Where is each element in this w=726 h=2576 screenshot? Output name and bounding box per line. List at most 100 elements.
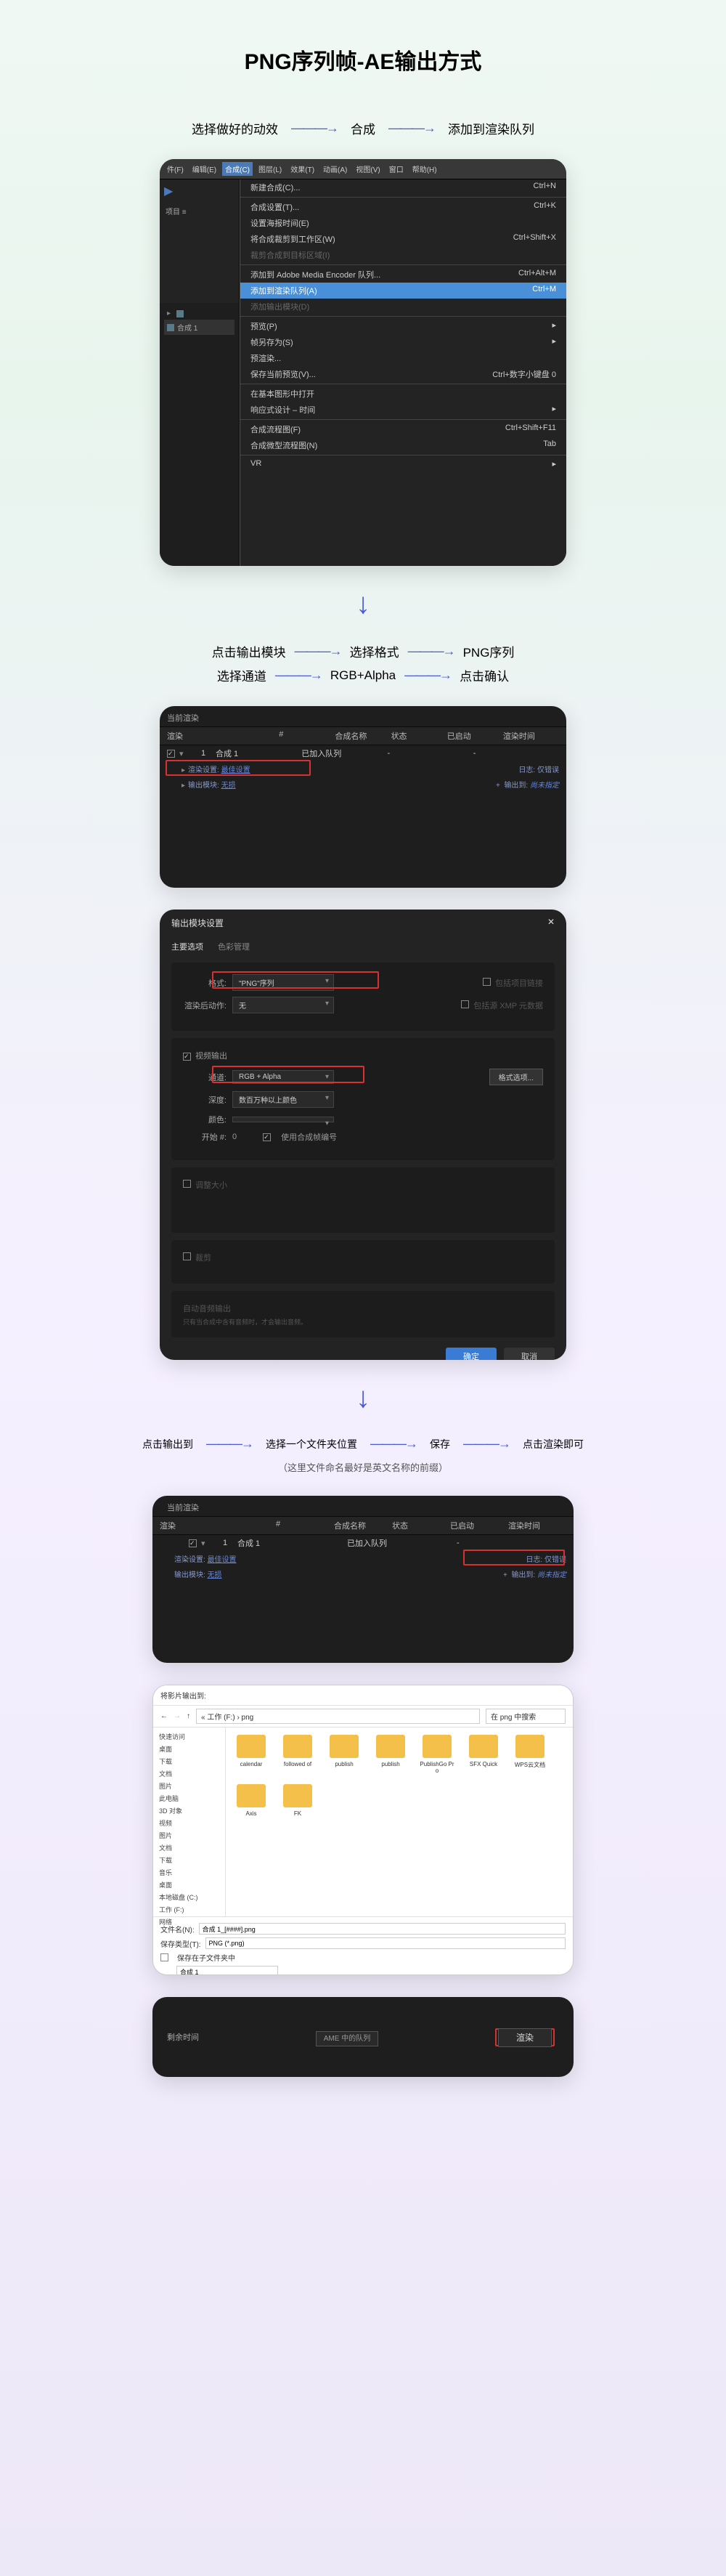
menu-item[interactable]: 图层(L) — [256, 162, 285, 176]
render-action-select[interactable]: 无 — [232, 997, 334, 1013]
render-queue-tab[interactable]: 当前渲染 — [160, 706, 566, 726]
filetype-select[interactable] — [205, 1937, 566, 1949]
menu-dropdown-item[interactable]: 设置海报时间(E) — [240, 215, 566, 231]
comp-name: 合成 1 — [177, 322, 197, 333]
menu-dropdown-item[interactable]: 合成流程图(F)Ctrl+Shift+F11 — [240, 421, 566, 437]
folder-icon — [515, 1735, 544, 1758]
include-xmp-checkbox[interactable] — [461, 1000, 469, 1008]
output-module-link[interactable]: 无损 — [221, 782, 236, 790]
folder-item[interactable]: WPS云文档 — [512, 1735, 548, 1774]
sidebar-item[interactable]: 音乐 — [156, 1866, 222, 1879]
queue-row[interactable]: ▾ 1 合成 1 已加入队列 - — [152, 1535, 574, 1551]
crop-checkbox[interactable] — [183, 1252, 191, 1260]
path-breadcrumb[interactable]: « 工作 (F:) › png — [196, 1709, 480, 1724]
arrow-icon: ———→ — [463, 1436, 510, 1451]
folder-item[interactable]: publish — [372, 1735, 409, 1774]
flow2-r1b: 选择格式 — [350, 642, 399, 660]
menu-dropdown-item[interactable]: 添加到渲染队列(A)Ctrl+M — [240, 283, 566, 299]
menu-dropdown-item[interactable]: 在基本图形中打开 — [240, 386, 566, 402]
folder-item[interactable]: PublishGo Pro — [419, 1735, 455, 1774]
sidebar-item[interactable]: 下载 — [156, 1755, 222, 1767]
close-icon[interactable]: ✕ — [547, 917, 555, 929]
menu-dropdown-item[interactable]: 保存当前预览(V)...Ctrl+数字小键盘 0 — [240, 366, 566, 382]
folder-item[interactable]: Axis — [233, 1784, 269, 1817]
menu-dropdown-item[interactable]: 合成设置(T)...Ctrl+K — [240, 199, 566, 215]
folder-item[interactable]: FK — [280, 1784, 316, 1817]
sidebar-item[interactable]: 此电脑 — [156, 1792, 222, 1805]
menu-dropdown-item[interactable]: 预览(P)▸ — [240, 318, 566, 334]
search-input[interactable]: 在 png 中搜索 — [486, 1709, 566, 1724]
menu-item[interactable]: 编辑(E) — [189, 162, 219, 176]
menu-dropdown-item[interactable]: VR▸ — [240, 457, 566, 471]
render-checkbox[interactable] — [167, 750, 175, 758]
up-icon[interactable]: ↑ — [187, 1712, 190, 1720]
render-button[interactable]: 渲染 — [498, 2028, 552, 2047]
output-to-link[interactable]: 尚未指定 — [530, 782, 559, 790]
forward-icon[interactable]: → — [174, 1712, 181, 1720]
sidebar-item[interactable]: 桌面 — [156, 1879, 222, 1891]
render-queue-tab[interactable]: 当前渲染 — [152, 1496, 574, 1516]
menu-dropdown-item[interactable]: 将合成裁剪到工作区(W)Ctrl+Shift+X — [240, 231, 566, 247]
menu-item[interactable]: 视图(V) — [353, 162, 383, 176]
filename-input[interactable] — [199, 1923, 566, 1935]
subfolder-checkbox[interactable] — [160, 1953, 168, 1961]
menu-item[interactable]: 效果(T) — [287, 162, 317, 176]
depth-select[interactable]: 数百万种以上颜色 — [232, 1091, 334, 1108]
depth-label: 深度: — [183, 1094, 227, 1106]
column-header: 渲染时间 — [508, 1520, 566, 1531]
menu-dropdown-item[interactable]: 合成微型流程图(N)Tab — [240, 437, 566, 453]
menu-dropdown-item[interactable]: 预渲染... — [240, 350, 566, 366]
color-select[interactable] — [232, 1117, 334, 1122]
queue-row[interactable]: ▾ 1 合成 1 已加入队列 - - — [160, 745, 566, 761]
menu-item[interactable]: 帮助(H) — [409, 162, 440, 176]
pointer-tool-icon[interactable]: ▶ — [160, 179, 239, 203]
folder-item[interactable]: SFX Quick — [465, 1735, 502, 1774]
back-icon[interactable]: ← — [160, 1712, 168, 1720]
sidebar-item[interactable]: 桌面 — [156, 1743, 222, 1755]
menu-dropdown-item[interactable]: 帧另存为(S)▸ — [240, 334, 566, 350]
sidebar-item[interactable]: 工作 (F:) — [156, 1903, 222, 1916]
folder-item[interactable]: publish — [326, 1735, 362, 1774]
ame-queue-button[interactable]: AME 中的队列 — [316, 2031, 378, 2046]
crop-label: 裁剪 — [195, 1254, 211, 1263]
plus-icon[interactable]: + — [503, 1571, 507, 1579]
menu-item[interactable]: 窗口 — [386, 162, 407, 176]
sidebar-item[interactable]: 图片 — [156, 1829, 222, 1842]
sidebar-item[interactable]: 文档 — [156, 1767, 222, 1780]
cancel-button[interactable]: 取消 — [504, 1348, 555, 1360]
sidebar-item[interactable]: 视频 — [156, 1817, 222, 1829]
format-options-button[interactable]: 格式选项... — [489, 1069, 543, 1085]
sidebar-item[interactable]: 本地磁盘 (C:) — [156, 1891, 222, 1903]
use-comp-frame-checkbox[interactable] — [263, 1133, 271, 1141]
sidebar-item[interactable]: 3D 对象 — [156, 1805, 222, 1817]
output-to-link[interactable]: 尚未指定 — [537, 1571, 566, 1579]
menu-item[interactable]: 合成(C) — [222, 162, 253, 176]
sidebar-item[interactable]: 图片 — [156, 1780, 222, 1792]
plus-icon[interactable]: + — [496, 782, 500, 790]
settings-link[interactable]: 最佳设置 — [208, 1556, 237, 1564]
menu-item[interactable]: 动画(A) — [320, 162, 350, 176]
menu-item[interactable]: 件(F) — [164, 162, 187, 176]
subfolder-input[interactable] — [176, 1966, 278, 1975]
render-checkbox[interactable] — [189, 1539, 197, 1547]
folder-item[interactable]: followed of — [280, 1735, 316, 1774]
sidebar-item[interactable]: 下载 — [156, 1854, 222, 1866]
ok-button[interactable]: 确定 — [446, 1348, 497, 1360]
project-item-comp[interactable]: 合成 1 — [164, 320, 234, 335]
include-link-checkbox[interactable] — [483, 978, 491, 986]
output-module-link[interactable]: 无损 — [208, 1571, 222, 1579]
resize-checkbox[interactable] — [183, 1180, 191, 1188]
project-item-row[interactable]: ▸ — [164, 307, 234, 320]
start-value[interactable]: 0 — [232, 1133, 237, 1141]
menu-dropdown-item[interactable]: 响应式设计 – 时间▸ — [240, 402, 566, 418]
log-value[interactable]: 仅错误 — [537, 766, 559, 774]
tab-color[interactable]: 色彩管理 — [218, 941, 250, 952]
screenshot-render-queue: 当前渲染 渲染#合成名称状态已启动渲染时间 ▾ 1 合成 1 已加入队列 - -… — [160, 706, 566, 888]
sidebar-item[interactable]: 快速访问 — [156, 1730, 222, 1743]
video-output-checkbox[interactable] — [183, 1053, 191, 1061]
folder-item[interactable]: calendar — [233, 1735, 269, 1774]
sidebar-item[interactable]: 文档 — [156, 1842, 222, 1854]
menu-dropdown-item[interactable]: 新建合成(C)...Ctrl+N — [240, 179, 566, 195]
tab-main[interactable]: 主要选项 — [171, 941, 203, 952]
menu-dropdown-item[interactable]: 添加到 Adobe Media Encoder 队列...Ctrl+Alt+M — [240, 267, 566, 283]
